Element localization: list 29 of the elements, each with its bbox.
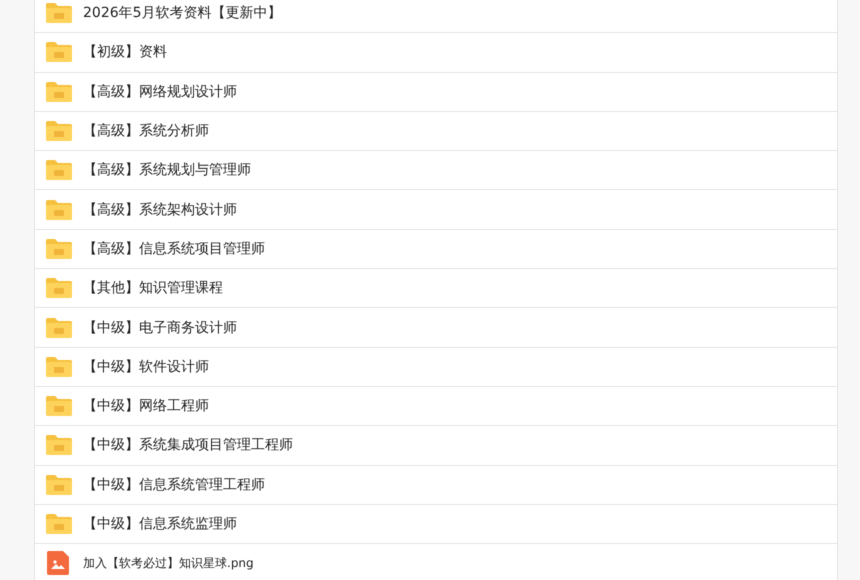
- folder-icon: [45, 474, 73, 496]
- file-name[interactable]: 2026年5月软考资料【更新中】: [83, 4, 282, 22]
- folder-icon: [45, 356, 73, 378]
- file-name[interactable]: 【高级】网络规划设计师: [83, 82, 237, 101]
- file-name[interactable]: 【其他】知识管理课程: [83, 279, 223, 298]
- folder-icon: [45, 238, 73, 260]
- file-name[interactable]: 【高级】系统分析师: [83, 122, 209, 140]
- file-name[interactable]: 【中级】网络工程师: [83, 397, 209, 416]
- file-name[interactable]: 【中级】电子商务设计师: [83, 318, 237, 337]
- folder-icon: [45, 277, 73, 300]
- folder-icon: [45, 80, 73, 103]
- file-name[interactable]: 【中级】信息系统管理工程师: [83, 476, 265, 494]
- folder-icon: [45, 159, 73, 182]
- folder-icon: [45, 513, 73, 535]
- folder-icon: [45, 316, 73, 339]
- folder-icon: [45, 120, 73, 142]
- file-name[interactable]: 【高级】系统规划与管理师: [83, 161, 251, 180]
- file-name[interactable]: 加入【软考必过】知识星球.png: [83, 554, 254, 572]
- folder-icon: [45, 434, 73, 456]
- file-name[interactable]: 【高级】信息系统项目管理师: [83, 240, 265, 258]
- file-name[interactable]: 【中级】信息系统监理师: [83, 515, 237, 533]
- folder-icon: [45, 2, 73, 24]
- file-name[interactable]: 【高级】系统架构设计师: [83, 200, 237, 219]
- folder-icon: [45, 41, 73, 64]
- file-name[interactable]: 【中级】系统集成项目管理工程师: [83, 436, 293, 454]
- file-name[interactable]: 【中级】软件设计师: [83, 358, 209, 376]
- folder-icon: [45, 198, 73, 221]
- folder-icon: [45, 395, 73, 418]
- file-name[interactable]: 【初级】资料: [83, 43, 167, 62]
